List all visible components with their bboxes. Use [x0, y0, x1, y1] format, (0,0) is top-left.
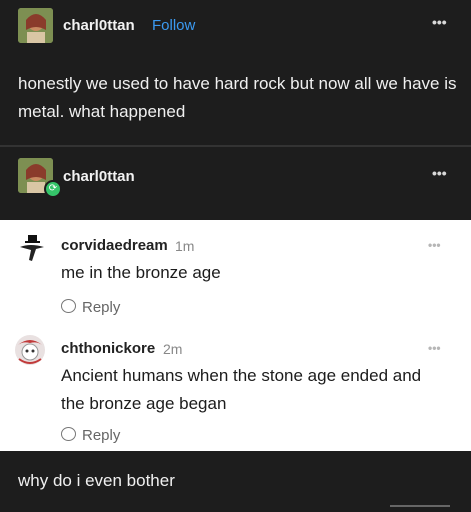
post-username[interactable]: charl0ttan: [63, 17, 135, 34]
comment-username[interactable]: chthonickore: [61, 340, 155, 357]
more-dots-icon[interactable]: •••: [428, 341, 441, 355]
avatar[interactable]: [18, 233, 48, 263]
comment-text: me in the bronze age: [61, 263, 221, 282]
comment-time: 2m: [163, 341, 183, 357]
reply-bubble-icon: [61, 299, 76, 313]
comment-time: 1m: [175, 238, 195, 254]
post-header: charl0ttan Follow •••: [0, 0, 471, 54]
avatar[interactable]: [18, 8, 53, 43]
post-text: honestly we used to have hard rock but n…: [18, 74, 457, 121]
reblog-icon: ⟳: [44, 180, 62, 198]
follow-button[interactable]: Follow: [152, 17, 195, 34]
more-dots-icon[interactable]: •••: [432, 14, 447, 30]
comments-panel: corvidaedream 1m ••• me in the bronze ag…: [0, 220, 471, 451]
more-dots-icon[interactable]: •••: [432, 165, 447, 181]
comment-username[interactable]: corvidaedream: [61, 237, 168, 254]
reblog-comment-text: why do i even bother: [18, 471, 175, 490]
reblog-username[interactable]: charl0ttan: [63, 168, 135, 185]
divider: [0, 145, 471, 147]
reply-label: Reply: [82, 427, 121, 444]
reply-label: Reply: [82, 299, 121, 316]
divider: [390, 505, 450, 507]
avatar[interactable]: [13, 333, 47, 367]
more-dots-icon[interactable]: •••: [428, 238, 441, 252]
comment-text: Ancient humans when the stone age ended …: [61, 366, 422, 413]
reply-button[interactable]: Reply: [61, 299, 120, 316]
reply-bubble-icon: [61, 427, 76, 441]
reply-button[interactable]: Reply: [61, 427, 120, 444]
